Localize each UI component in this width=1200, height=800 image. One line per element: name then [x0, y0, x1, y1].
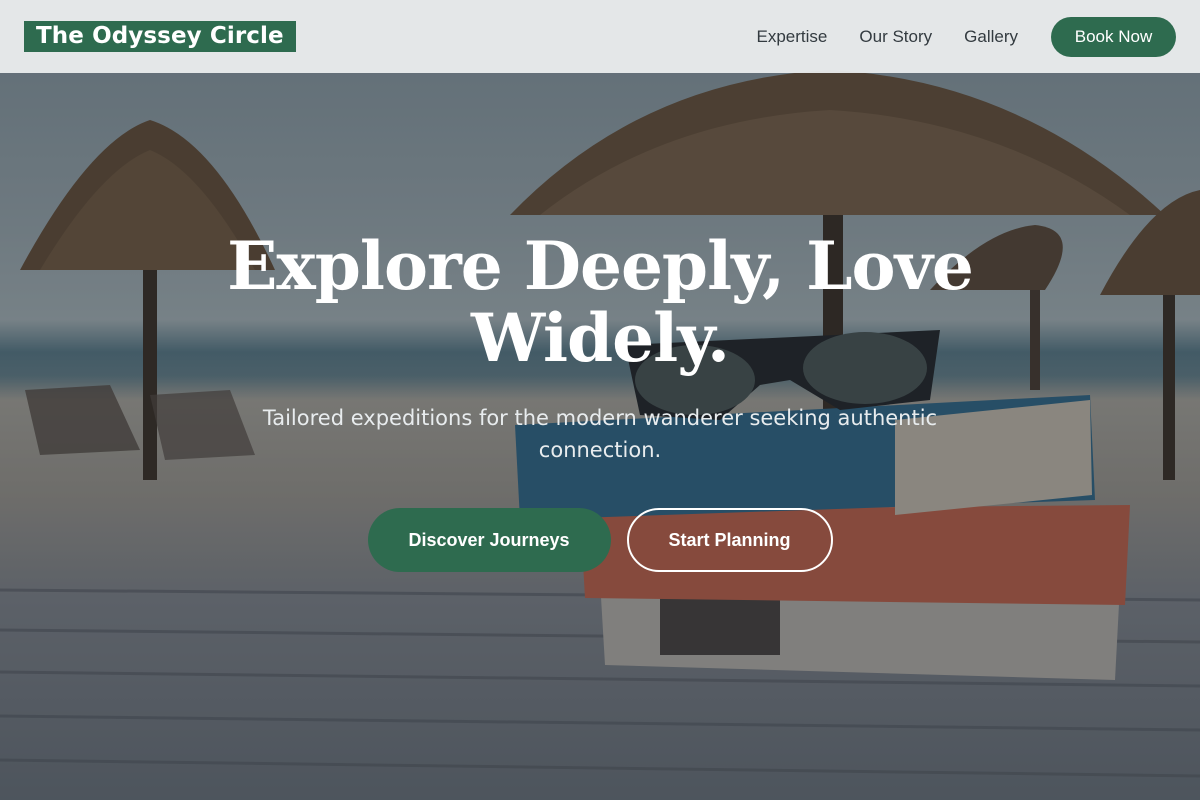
hero-subtitle: Tailored expeditions for the modern wand… [262, 406, 938, 462]
site-header: The Odyssey Circle Expertise Our Story G… [0, 0, 1200, 73]
nav-link-expertise[interactable]: Expertise [757, 27, 828, 47]
hero-headline: Explore Deeply, Love Widely. [227, 227, 974, 377]
hero-section: Explore Deeply, Love Widely. Tailored ex… [0, 230, 1200, 572]
main-nav: Expertise Our Story Gallery Book Now [725, 16, 1176, 57]
book-now-button[interactable]: Book Now [1051, 16, 1176, 57]
hero-cta-row: Discover Journeys Start Planning [0, 508, 1200, 572]
discover-journeys-button[interactable]: Discover Journeys [367, 508, 611, 572]
nav-link-our-story[interactable]: Our Story [859, 27, 932, 47]
nav-link-gallery[interactable]: Gallery [964, 27, 1018, 47]
start-planning-button[interactable]: Start Planning [626, 508, 833, 572]
site-logo[interactable]: The Odyssey Circle [24, 21, 296, 52]
